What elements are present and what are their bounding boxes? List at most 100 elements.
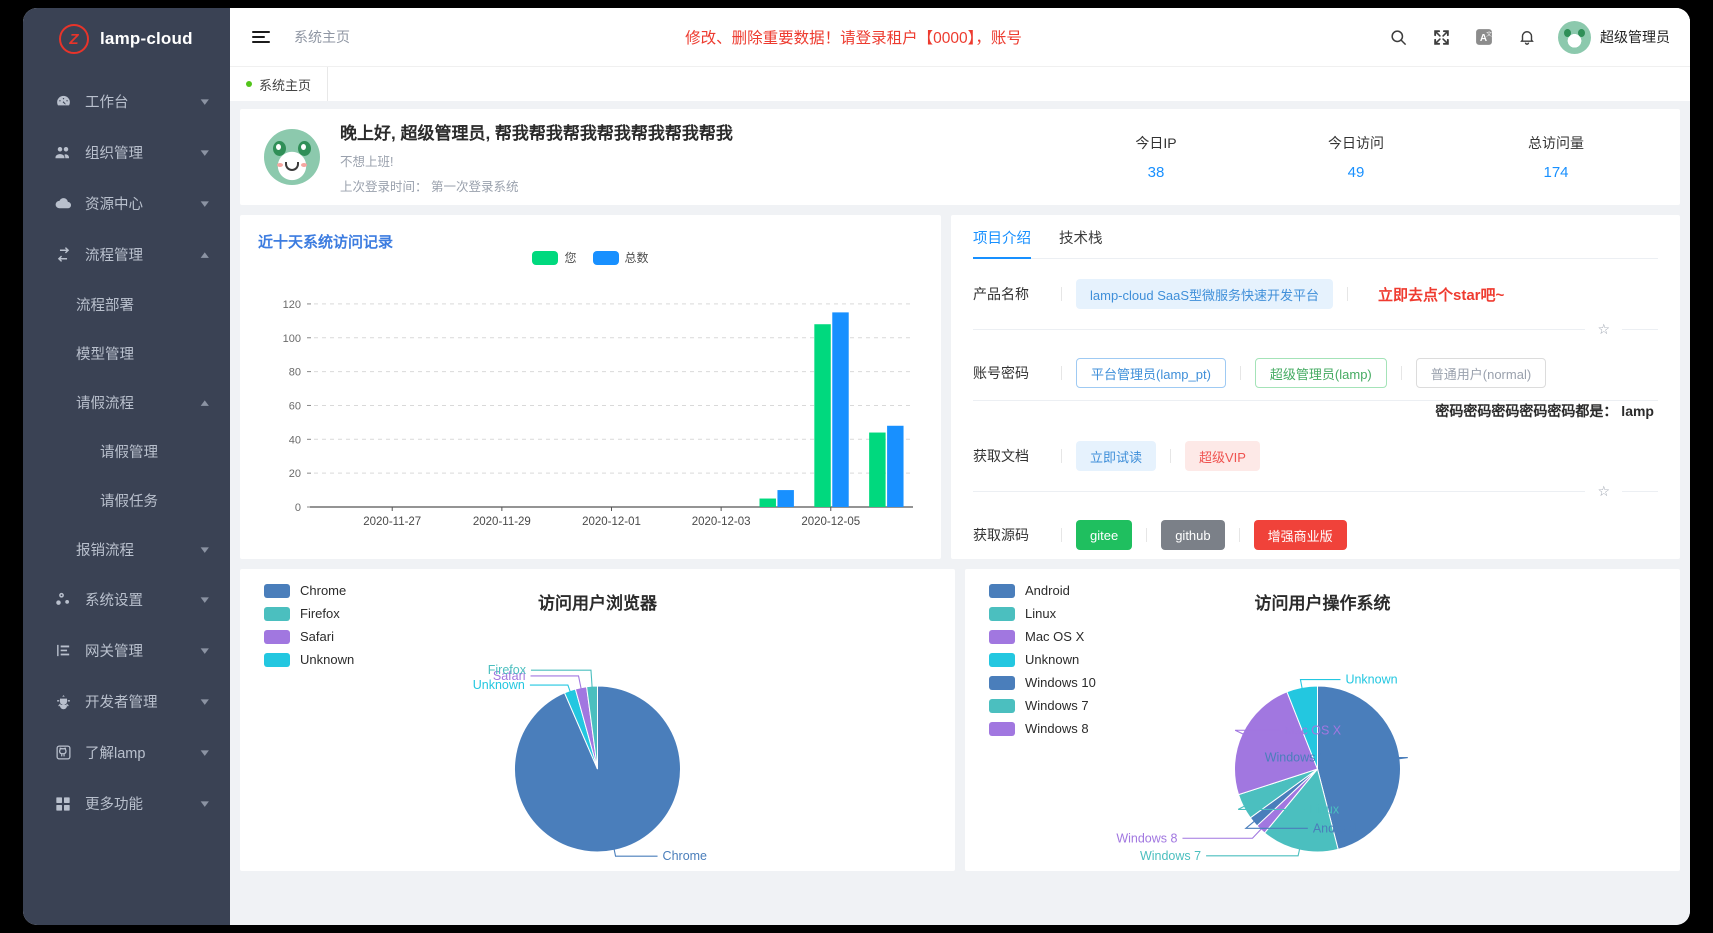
legend-item-you[interactable]: 您	[532, 249, 577, 266]
tab-project-intro[interactable]: 项目介绍	[973, 227, 1031, 259]
sidebar-item-label: 资源中心	[85, 197, 143, 213]
search-icon[interactable]	[1387, 26, 1409, 48]
sidebar-subitem-model[interactable]: 模型管理	[23, 329, 230, 378]
divider	[1146, 528, 1148, 542]
grid-icon	[53, 796, 73, 812]
brand[interactable]: Z lamp-cloud	[23, 8, 230, 70]
source-chip-commercial[interactable]: 增强商业版	[1253, 520, 1347, 550]
doc-chip-super-vip[interactable]: 超级VIP	[1185, 441, 1260, 471]
avatar	[264, 129, 320, 185]
sidebar-item-about-lamp[interactable]: 了解lamp ▾	[23, 727, 230, 778]
divider	[1061, 287, 1062, 301]
welcome-greeting: 晚上好, 超级管理员, 帮我帮我帮我帮我帮我帮我帮我	[340, 124, 733, 143]
chevron-up-icon: ▴	[201, 397, 210, 409]
sidebar-subitem-reimburse[interactable]: 报销流程 ▾	[23, 525, 230, 574]
bell-icon[interactable]	[1516, 26, 1538, 48]
sidebar-item-org[interactable]: 组织管理 ▾	[23, 127, 230, 178]
account-chip-super-admin[interactable]: 超级管理员(lamp)	[1254, 358, 1387, 388]
sidebar-subitem-leave-manage[interactable]: 请假管理	[23, 427, 230, 476]
info-row-key: 账号密码	[973, 365, 1029, 381]
chevron-down-icon: ▾	[201, 96, 210, 108]
svg-text:60: 60	[289, 400, 301, 412]
chevron-down-icon: ▾	[201, 645, 210, 657]
flow-icon	[53, 246, 73, 263]
stat-today-ip: 今日IP 38	[1056, 133, 1256, 181]
info-row-product-name: 产品名称 lamp-cloud SaaS型微服务快速开发平台 立即去点个star…	[973, 259, 1658, 321]
gateway-icon	[53, 642, 73, 659]
chevron-down-icon: ▾	[201, 147, 210, 159]
sidebar-item-more[interactable]: 更多功能 ▾	[23, 778, 230, 829]
legend-swatch	[592, 250, 619, 265]
fullscreen-icon[interactable]	[1430, 26, 1452, 48]
topbar-home-link[interactable]: 系统主页	[294, 27, 350, 47]
info-row-docs: 获取文档 立即试读 超级VIP	[973, 421, 1658, 483]
sidebar-subitem-label: 流程部署	[76, 298, 134, 314]
svg-text:120: 120	[283, 299, 301, 311]
divider	[1061, 528, 1062, 542]
sidebar-collapse-icon[interactable]	[252, 27, 272, 47]
stat-total-visit: 总访问量 174	[1456, 133, 1656, 181]
source-chip-gitee[interactable]: gitee	[1076, 520, 1133, 550]
svg-text:0: 0	[295, 502, 301, 514]
sidebar: Z lamp-cloud 工作台 ▾ 组织管理 ▾ 资源中心 ▾ 流程管理 ▴ …	[23, 8, 230, 925]
sidebar-item-label: 更多功能	[85, 797, 143, 813]
os-pie-card: 访问用户操作系统 Android Linux Mac OS X Unknown …	[965, 569, 1680, 871]
legend-label: 您	[564, 251, 577, 265]
password-note: 密码密码密码密码密码都是： lamp	[1435, 403, 1654, 419]
account-chip-normal-user[interactable]: 普通用户(normal)	[1415, 358, 1547, 388]
svg-text:Windows 7: Windows 7	[1140, 849, 1201, 863]
star-link[interactable]: 立即去点个star吧~	[1378, 284, 1504, 305]
stat-label: 今日访问	[1328, 135, 1384, 151]
divider	[1239, 366, 1241, 380]
divider	[1238, 528, 1240, 542]
svg-text:Linux: Linux	[1309, 802, 1340, 816]
info-row-key: 获取源码	[973, 527, 1029, 543]
welcome-card: 晚上好, 超级管理员, 帮我帮我帮我帮我帮我帮我帮我 不想上班! 上次登录时间：…	[240, 109, 1680, 205]
sidebar-item-label: 组织管理	[85, 146, 143, 162]
project-info-card: 项目介绍 技术栈 产品名称 lamp-cloud SaaS型微服务快速开发平台 …	[951, 215, 1680, 559]
divider	[1061, 449, 1062, 463]
star-outline-icon[interactable]: ☆	[1597, 483, 1610, 500]
sidebar-item-settings[interactable]: 系统设置 ▾	[23, 574, 230, 625]
sidebar-subitem-label: 报销流程	[76, 543, 134, 559]
sidebar-subitem-leave-task[interactable]: 请假任务	[23, 476, 230, 525]
browser-pie-svg: UnknownSafariFirefoxChrome	[473, 663, 707, 863]
divider	[973, 491, 1586, 492]
topbar-icons: A文	[1387, 26, 1538, 48]
sidebar-subitem-deploy[interactable]: 流程部署	[23, 280, 230, 329]
legend-item-total[interactable]: 总数	[592, 249, 649, 266]
translate-icon[interactable]: A文	[1473, 26, 1495, 48]
chevron-up-icon: ▴	[201, 249, 210, 261]
sidebar-item-gateway[interactable]: 网关管理 ▾	[23, 625, 230, 676]
sidebar-item-flow[interactable]: 流程管理 ▴	[23, 229, 230, 280]
chevron-down-icon: ▾	[201, 747, 210, 759]
github-icon	[53, 744, 73, 761]
tab-tech-stack[interactable]: 技术栈	[1059, 227, 1103, 258]
sidebar-subitem-leave-flow[interactable]: 请假流程 ▴	[23, 378, 230, 427]
divider-with-star-1: ☆	[973, 321, 1658, 338]
account-chip-platform-admin[interactable]: 平台管理员(lamp_pt)	[1076, 358, 1226, 388]
sidebar-subitem-label: 请假流程	[76, 396, 134, 412]
chevron-down-icon: ▾	[201, 544, 210, 556]
svg-text:100: 100	[283, 333, 301, 345]
doc-chip-trial-read[interactable]: 立即试读	[1076, 441, 1157, 471]
sidebar-item-workbench[interactable]: 工作台 ▾	[23, 76, 230, 127]
bug-icon	[53, 693, 73, 710]
sidebar-subitem-label: 请假管理	[100, 445, 158, 461]
user-menu[interactable]: 超级管理员	[1558, 20, 1670, 54]
sidebar-item-label: 了解lamp	[85, 746, 146, 762]
svg-text:Unknown: Unknown	[1345, 673, 1397, 687]
stat-value: 174	[1543, 164, 1569, 181]
info-row-source: 获取源码 gitee github 增强商业版	[973, 500, 1658, 562]
info-row-key: 产品名称	[973, 286, 1029, 302]
source-chip-github[interactable]: github	[1161, 520, 1225, 550]
sidebar-item-developer[interactable]: 开发者管理 ▾	[23, 676, 230, 727]
star-outline-icon[interactable]: ☆	[1597, 321, 1610, 338]
svg-text:文: 文	[1486, 30, 1492, 38]
stats-group: 今日IP 38 今日访问 49 总访问量 174	[1056, 133, 1656, 181]
product-name-chip[interactable]: lamp-cloud SaaS型微服务快速开发平台	[1076, 279, 1333, 309]
sidebar-item-resource[interactable]: 资源中心 ▾	[23, 178, 230, 229]
stat-label: 今日IP	[1135, 135, 1177, 151]
svg-text:Android: Android	[1313, 821, 1356, 835]
tab-home[interactable]: 系统主页	[230, 67, 329, 101]
